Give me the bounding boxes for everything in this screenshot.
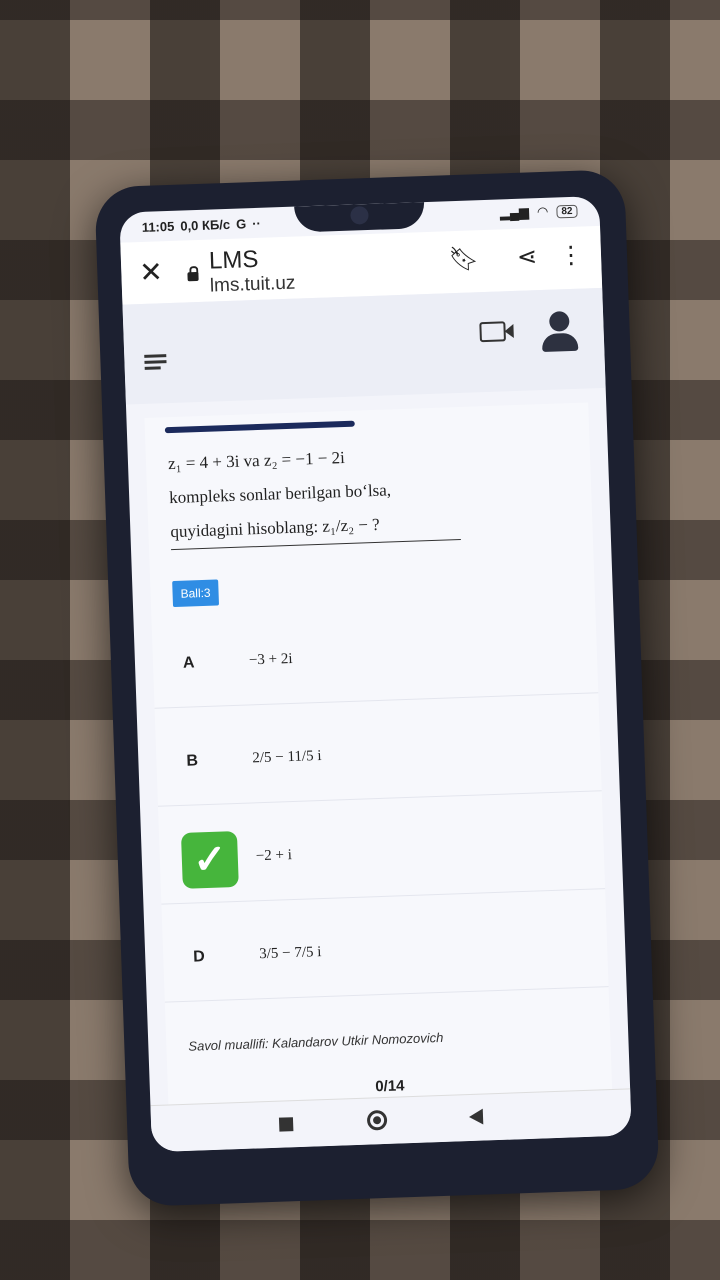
check-mark-icon: ✓: [180, 830, 239, 889]
answer-option-a[interactable]: A −3 + 2i: [151, 602, 599, 709]
progress-bar: [164, 420, 355, 434]
answer-option-c[interactable]: ✓ −2 + i: [158, 798, 606, 905]
bookmark-icon[interactable]: 🔖︎: [448, 244, 479, 274]
wifi-icon: ◠: [536, 203, 549, 220]
clock: 11:05: [141, 218, 175, 235]
video-icon[interactable]: [479, 321, 506, 343]
share-icon[interactable]: ⋖: [516, 242, 537, 272]
more-notifications-icon: ··: [251, 215, 262, 232]
option-value: 3/5 − 7/5 i: [258, 944, 322, 963]
option-value: 2/5 − 11/5 i: [252, 747, 322, 767]
option-letter: D: [192, 948, 206, 966]
score-badge: Ball:3: [172, 579, 220, 608]
google-icon: G: [235, 216, 247, 232]
battery-icon: 82: [556, 204, 578, 218]
answer-option-b[interactable]: B 2/5 − 11/5 i: [154, 700, 602, 807]
recents-button[interactable]: [278, 1117, 294, 1132]
back-button[interactable]: [468, 1108, 484, 1126]
signal-icon: ▂▄▆: [499, 204, 530, 221]
question-text: z₁ = 4 + 3i va z₂ = −1 − 2i kompleks son…: [167, 437, 461, 551]
close-icon[interactable]: ✕: [139, 255, 164, 289]
screen: 11:05 0,0 КБ/с G ·· ▂▄▆ ◠ 82 ✕ LMS lms.t…: [119, 195, 632, 1153]
question-author: Savol muallifi: Kalandarov Utkir Nomozov…: [188, 1029, 444, 1054]
option-value: −2 + i: [255, 847, 293, 865]
option-value: −3 + 2i: [248, 650, 293, 669]
phone-frame: 11:05 0,0 КБ/с G ·· ▂▄▆ ◠ 82 ✕ LMS lms.t…: [94, 169, 660, 1207]
question-card: z₁ = 4 + 3i va z₂ = −1 − 2i kompleks son…: [144, 402, 613, 1118]
lock-icon: [187, 271, 199, 282]
page-title: LMS: [208, 245, 259, 275]
home-button[interactable]: [366, 1109, 388, 1131]
page-url[interactable]: lms.tuit.uz: [210, 273, 296, 298]
more-menu-icon[interactable]: ⋮: [559, 241, 584, 271]
option-letter: B: [186, 752, 199, 770]
option-letter: A: [182, 654, 195, 672]
avatar[interactable]: [541, 311, 579, 353]
lms-header: [122, 287, 606, 405]
answer-option-d[interactable]: D 3/5 − 7/5 i: [161, 896, 609, 1003]
menu-icon[interactable]: [144, 351, 167, 373]
data-rate: 0,0 КБ/с: [180, 216, 231, 234]
